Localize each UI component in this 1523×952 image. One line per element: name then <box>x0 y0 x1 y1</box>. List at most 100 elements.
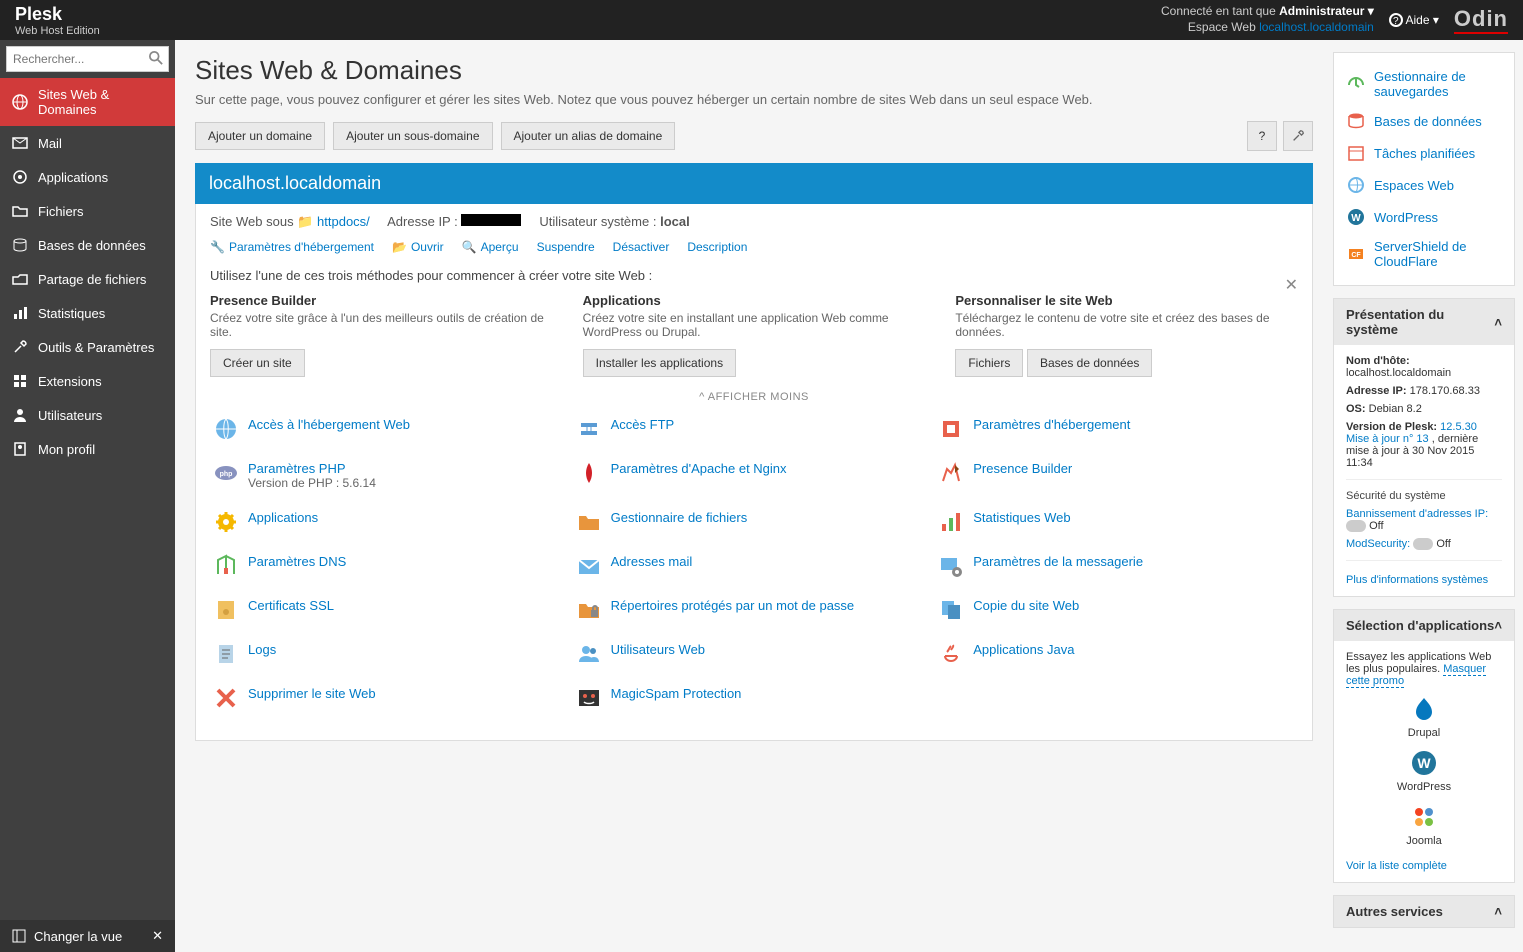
tool-apps: Applications <box>210 500 573 544</box>
nav-apps[interactable]: Applications <box>0 160 175 194</box>
folder-icon <box>577 510 601 534</box>
user-info: Connecté en tant que Administrateur ▾ Es… <box>1161 4 1374 35</box>
webspace-icon <box>1346 175 1366 195</box>
create-site-button[interactable]: Créer un site <box>210 349 305 377</box>
tools-icon <box>12 339 28 355</box>
tool-php: phpParamètres PHPVersion de PHP : 5.6.14 <box>210 451 573 500</box>
nav-extensions[interactable]: Extensions <box>0 364 175 398</box>
apache-icon <box>577 461 601 485</box>
ipban-link[interactable]: Bannissement d'adresses IP: <box>1346 508 1488 520</box>
files-button[interactable]: Fichiers <box>955 349 1023 377</box>
toggle-off-icon[interactable] <box>1413 538 1433 550</box>
ext-icon <box>12 373 28 389</box>
lock-folder-icon <box>577 598 601 622</box>
help-link[interactable]: ? Aide ▾ <box>1389 13 1439 27</box>
odin-logo: Odin <box>1454 6 1508 34</box>
tool-webusers: Utilisateurs Web <box>573 632 936 676</box>
mail-settings-icon <box>939 554 963 578</box>
top-bar: Plesk Web Host Edition Connecté en tant … <box>0 0 1523 40</box>
nav-share[interactable]: Partage de fichiers <box>0 262 175 296</box>
tool-msg: Paramètres de la messagerie <box>935 544 1298 588</box>
nav-users[interactable]: Utilisateurs <box>0 398 175 432</box>
ql-webspaces[interactable]: Espaces Web <box>1346 169 1502 201</box>
envelope-icon <box>577 554 601 578</box>
tool-mail: Adresses mail <box>573 544 936 588</box>
add-alias-button[interactable]: Ajouter un alias de domaine <box>501 122 676 150</box>
page-title: Sites Web & Domaines <box>195 55 1313 86</box>
app-wordpress[interactable]: WWordPress <box>1384 749 1464 793</box>
suspend-link[interactable]: Suspendre <box>537 240 595 254</box>
chart-icon <box>939 510 963 534</box>
hosting-icon <box>939 417 963 441</box>
ql-backup[interactable]: Gestionnaire de sauvegardes <box>1346 63 1502 105</box>
disable-link[interactable]: Désactiver <box>613 240 670 254</box>
app-joomla[interactable]: Joomla <box>1384 803 1464 847</box>
nav-files[interactable]: Fichiers <box>0 194 175 228</box>
layout-icon <box>12 929 26 943</box>
tool-filemgr: Gestionnaire de fichiers <box>573 500 936 544</box>
ql-servershield[interactable]: CFServerShield de CloudFlare <box>1346 233 1502 275</box>
tool-ftp: Accès FTP <box>573 407 936 451</box>
show-less-toggle[interactable]: ^ AFFICHER MOINS <box>210 377 1298 407</box>
method-customize: Personnaliser le site Web Téléchargez le… <box>955 293 1298 377</box>
open-icon: 📂 <box>392 240 407 254</box>
joomla-icon <box>1410 803 1438 831</box>
toggle-off-icon[interactable] <box>1346 520 1366 532</box>
backup-icon <box>1346 74 1366 94</box>
description-link[interactable]: Description <box>687 240 747 254</box>
appsel-panel-header[interactable]: Sélection d'applications˄ <box>1334 610 1514 641</box>
tool-remove: Supprimer le site Web <box>210 676 573 720</box>
install-apps-button[interactable]: Installer les applications <box>583 349 736 377</box>
logs-icon <box>214 642 238 666</box>
nav-websites[interactable]: Sites Web & Domaines <box>0 78 175 126</box>
method-applications: Applications Créez votre site en install… <box>583 293 926 377</box>
main-content: Sites Web & Domaines Sur cette page, vou… <box>175 40 1333 952</box>
nav-mail[interactable]: Mail <box>0 126 175 160</box>
change-view-bar[interactable]: Changer la vue ✕ <box>0 920 175 952</box>
nav-tools[interactable]: Outils & Paramètres <box>0 330 175 364</box>
search-icon[interactable] <box>149 51 163 65</box>
help-button[interactable]: ? <box>1247 121 1277 151</box>
httpdocs-link[interactable]: httpdocs/ <box>317 214 370 229</box>
add-domain-button[interactable]: Ajouter un domaine <box>195 122 325 150</box>
admin-link[interactable]: Administrateur ▾ <box>1279 4 1374 18</box>
svg-text:W: W <box>1417 755 1431 771</box>
app-drupal[interactable]: Drupal <box>1384 695 1464 739</box>
ql-tasks[interactable]: Tâches planifiées <box>1346 137 1502 169</box>
add-subdomain-button[interactable]: Ajouter un sous-domaine <box>333 122 492 150</box>
help-icon: ? <box>1259 129 1266 143</box>
tool-magicspam: MagicSpam Protection <box>573 676 936 720</box>
svg-text:W: W <box>1351 213 1361 224</box>
quick-links-panel: Gestionnaire de sauvegardes Bases de don… <box>1333 52 1515 286</box>
settings-button[interactable] <box>1283 121 1313 151</box>
chevron-up-icon: ˄ <box>1494 315 1502 330</box>
webspace-link[interactable]: localhost.localdomain <box>1259 20 1374 34</box>
close-methods-button[interactable]: ✕ <box>1285 275 1298 295</box>
databases-button[interactable]: Bases de données <box>1027 349 1152 377</box>
other-services-header[interactable]: Autres services˄ <box>1334 896 1514 927</box>
tool-apache: Paramètres d'Apache et Nginx <box>573 451 936 500</box>
calendar-icon <box>1346 143 1366 163</box>
more-system-info-link[interactable]: Plus d'informations systèmes <box>1346 574 1488 586</box>
nav-profile[interactable]: Mon profil <box>0 432 175 466</box>
open-link[interactable]: 📂Ouvrir <box>392 240 444 254</box>
nav-stats[interactable]: Statistiques <box>0 296 175 330</box>
nav-databases[interactable]: Bases de données <box>0 228 175 262</box>
other-services-panel: Autres services˄ <box>1333 895 1515 928</box>
action-row: Ajouter un domaine Ajouter un sous-domai… <box>195 121 1313 151</box>
preview-link[interactable]: 🔍Aperçu <box>462 240 519 254</box>
modsec-link[interactable]: ModSecurity: <box>1346 538 1410 550</box>
full-list-link[interactable]: Voir la liste complète <box>1346 860 1447 872</box>
system-panel-header[interactable]: Présentation du système˄ <box>1334 299 1514 345</box>
search-input[interactable] <box>6 46 169 72</box>
hosting-settings-link[interactable]: 🔧Paramètres d'hébergement <box>210 240 374 254</box>
php-icon: php <box>214 461 238 485</box>
ql-databases[interactable]: Bases de données <box>1346 105 1502 137</box>
page-subtitle: Sur cette page, vous pouvez configurer e… <box>195 92 1313 107</box>
stats-icon <box>12 305 28 321</box>
tool-hosting: Paramètres d'hébergement <box>935 407 1298 451</box>
methods-row: ✕ Presence Builder Créez votre site grâc… <box>210 293 1298 377</box>
database-icon <box>12 237 28 253</box>
close-icon[interactable]: ✕ <box>152 928 163 944</box>
ql-wordpress[interactable]: WWordPress <box>1346 201 1502 233</box>
